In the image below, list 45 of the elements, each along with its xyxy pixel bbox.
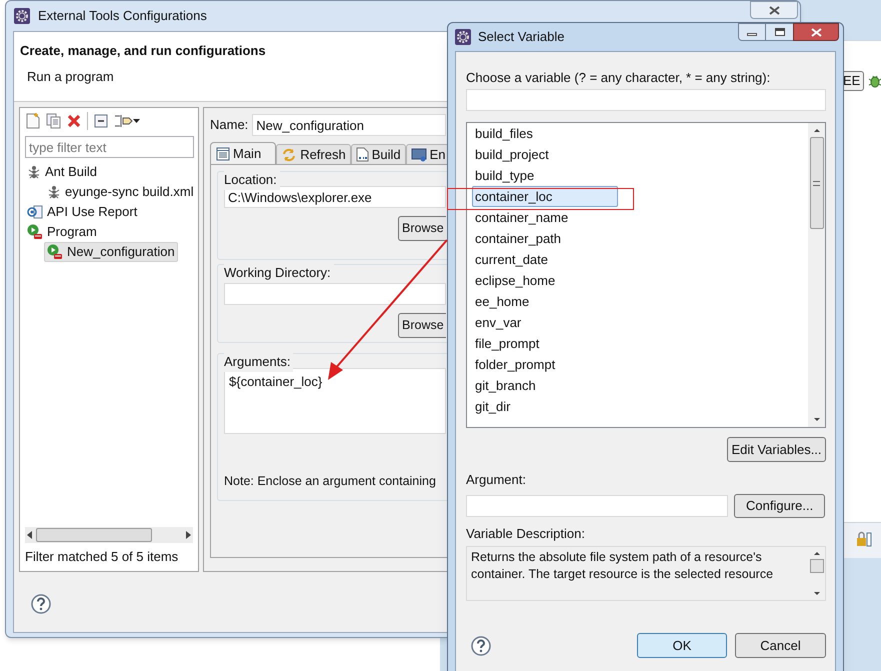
tab[interactable]: Refresh <box>276 144 351 164</box>
variable-item[interactable]: eclipse_home <box>472 270 558 291</box>
variable-item[interactable]: current_date <box>472 249 551 270</box>
field-label: Argument: <box>466 471 527 488</box>
cancel-button[interactable]: Cancel <box>735 633 826 658</box>
variable-item[interactable]: build_type <box>472 165 538 186</box>
dialog-heading: Create, manage, and run configurations <box>20 42 266 60</box>
variable-item[interactable]: build_files <box>472 123 536 144</box>
dialog-message: Run a program <box>27 68 114 86</box>
edit-variables-button[interactable]: Edit Variables... <box>727 437 826 462</box>
variable-item[interactable]: file_prompt <box>472 333 542 354</box>
prompt-text: Choose a variable (? = any character, * = any string): <box>466 69 772 86</box>
browse-button[interactable]: Browse <box>398 216 446 241</box>
variable-item[interactable]: build_project <box>472 144 552 165</box>
group-label: Arguments: <box>224 352 294 372</box>
variable-item[interactable]: container_path <box>472 228 564 249</box>
window-title: Select Variable <box>478 28 564 46</box>
name-field[interactable]: New_configuration <box>252 114 446 136</box>
variable-item[interactable]: git_dir <box>472 396 514 417</box>
tab[interactable]: Build <box>350 144 406 164</box>
filter-field[interactable]: type filter text <box>25 136 194 158</box>
configure-button[interactable]: Configure... <box>734 494 825 518</box>
variable-item[interactable]: ee_home <box>472 291 532 312</box>
window-title: External Tools Configurations <box>38 7 207 26</box>
browse-button[interactable]: Browse <box>398 313 446 338</box>
field-label: Name: <box>210 116 248 134</box>
variable-item[interactable]: git_branch <box>472 375 539 396</box>
tab[interactable]: Main <box>210 142 276 164</box>
tree-item[interactable]: API Use Report <box>24 202 140 222</box>
tree-item[interactable]: eyunge-sync build.xml <box>44 182 197 202</box>
arguments-field[interactable]: ${container_loc} <box>224 368 446 434</box>
variable-item[interactable]: folder_prompt <box>472 354 558 375</box>
note-text: Note: Enclose an argument containing <box>224 473 436 490</box>
tree-item[interactable]: New_configuration <box>44 242 178 262</box>
tree-item[interactable]: Program <box>24 222 100 242</box>
ok-button[interactable]: OK <box>637 633 727 658</box>
filter-status: Filter matched 5 of 5 items <box>24 548 180 566</box>
group-label: Working Directory: <box>224 263 334 282</box>
variable-item[interactable]: env_var <box>472 312 524 333</box>
variable-item[interactable]: container_name <box>472 207 572 228</box>
location-field[interactable]: C:\Windows\explorer.exe <box>224 186 446 208</box>
description-text: Returns the absolute file system path of a resource's container. The target resource is the selected resource <box>470 549 774 583</box>
variable-item[interactable]: container_loc <box>472 186 618 207</box>
field-label: Variable Description: <box>466 525 586 542</box>
tree-item[interactable]: Ant Build <box>24 162 100 182</box>
